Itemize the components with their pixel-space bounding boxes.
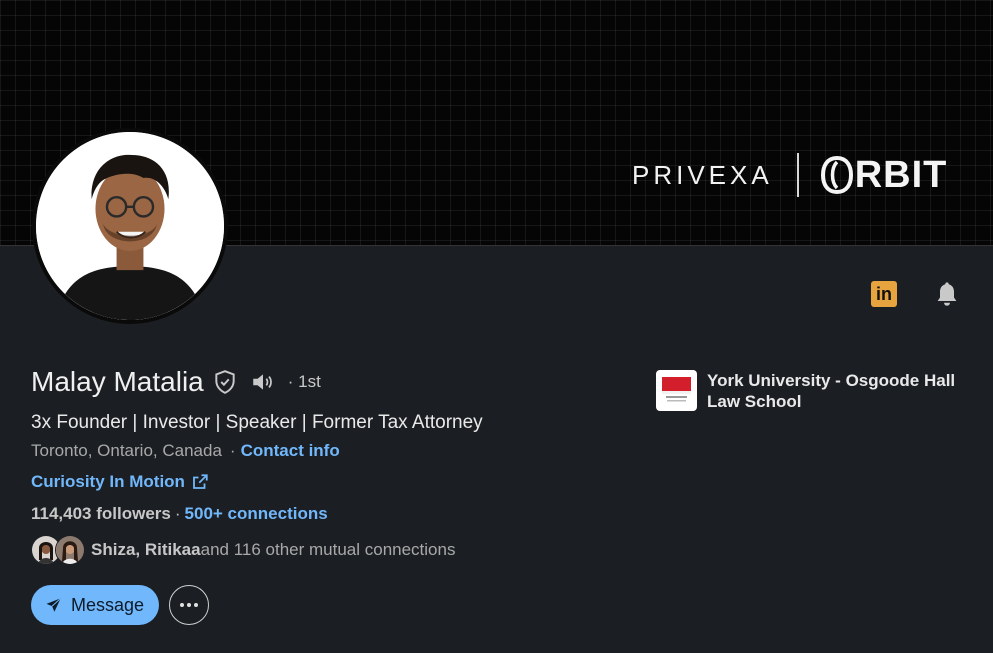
name-row: Malay Matalia · 1st [31,366,321,398]
brand-divider [796,153,799,197]
followers-count: 114,403 followers [31,504,171,523]
mutual-avatars [31,535,85,565]
brand-orbit: RBIT [820,153,948,197]
website-row: Curiosity In Motion [31,472,209,492]
message-button[interactable]: Message [31,585,160,625]
school-name: York University - Osgoode Hall Law Schoo… [707,371,956,411]
location-separator: · [229,441,236,460]
orbit-logo-icon [820,156,853,194]
location-row: Toronto, Ontario, Canada · Contact info [31,441,340,461]
contact-info-link[interactable]: Contact info [241,441,340,461]
connections-link[interactable]: 500+ connections [185,504,328,523]
bell-icon[interactable] [933,280,961,308]
mutual-rest: and 116 other mutual connections [200,540,456,559]
more-icon [180,603,199,607]
profile-headline: 3x Founder | Investor | Speaker | Former… [31,412,483,433]
linkedin-icon[interactable]: in [871,281,897,307]
profile-name: Malay Matalia [31,366,204,397]
mutual-names: Shiza, Ritikaa [91,540,201,559]
education-entry[interactable]: York University - Osgoode Hall Law Schoo… [656,370,967,412]
message-label: Message [71,594,145,615]
more-button[interactable] [169,585,210,625]
action-buttons: Message [31,585,210,625]
connection-degree: · 1st [287,372,321,391]
stats-row: 114,403 followers · 500+ connections [31,504,328,524]
profile-photo[interactable] [32,128,228,324]
school-logo-icon [662,377,691,402]
brand-privexa: PRIVEXA [632,159,773,190]
brand-orbit-text: RBIT [854,153,948,196]
banner-brand: PRIVEXA RBIT [632,150,947,200]
verified-icon[interactable] [212,369,238,395]
top-actions: in [871,280,961,308]
speaker-icon[interactable] [250,369,276,395]
mutual-connections[interactable]: Shiza, Ritikaa and 116 other mutual conn… [31,535,455,565]
profile-location: Toronto, Ontario, Canada [31,441,222,460]
external-link-icon[interactable] [191,473,209,491]
stats-separator: · [174,504,181,523]
website-link[interactable]: Curiosity In Motion [31,472,185,492]
send-icon [46,597,62,612]
profile-photo-image [36,132,224,320]
mutual-avatar-ritikaa [55,535,85,565]
school-logo [656,370,697,411]
